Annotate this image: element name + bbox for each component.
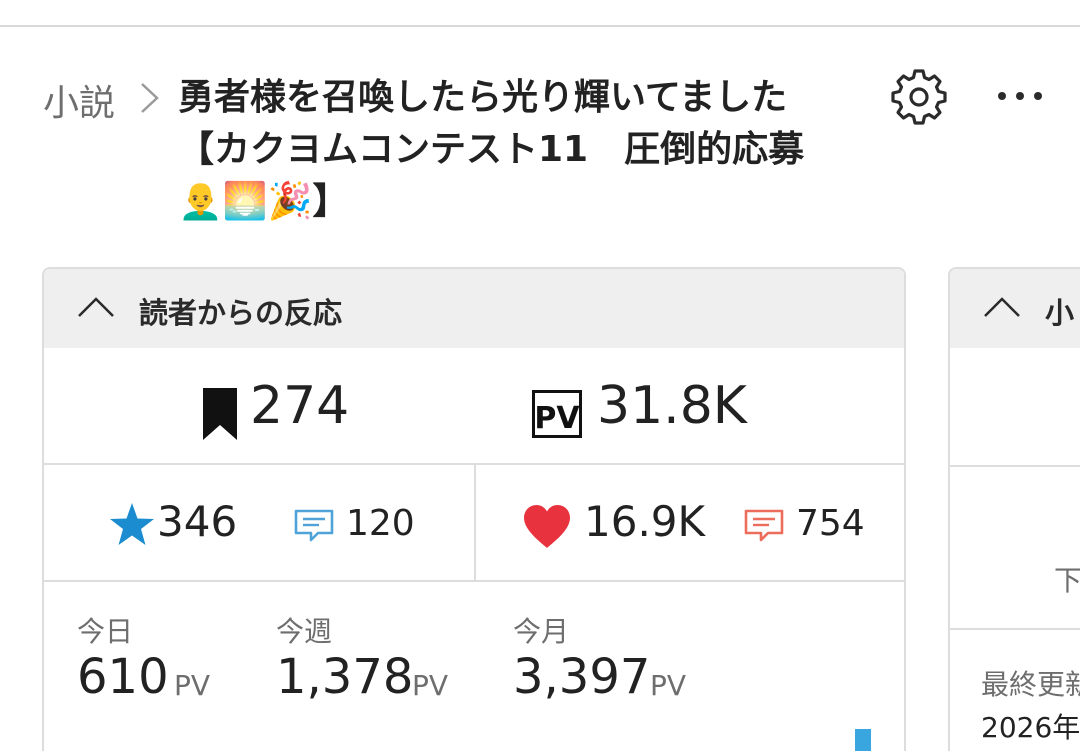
week-label: 今週	[276, 615, 333, 648]
page-header: 小説 勇者様を召喚したら光り輝いてました【カクヨムコンテスト11 圧倒的応募👨‍…	[0, 60, 1080, 240]
today-label: 今日	[77, 615, 134, 648]
reader-reactions-header[interactable]: 読者からの反応	[44, 269, 904, 348]
more-options-icon[interactable]	[996, 88, 1044, 104]
last-updated-value: 2026年	[981, 711, 1080, 744]
pv-total: 31.8K	[597, 376, 747, 436]
star-icon	[110, 503, 154, 545]
today-pv: 610	[77, 649, 169, 705]
top-divider	[0, 25, 1080, 27]
pv-icon: PV	[532, 390, 582, 438]
gear-icon[interactable]	[891, 69, 947, 125]
today-pv-unit: PV	[174, 669, 211, 702]
reactions-row: 346 120 16.9K 754	[44, 465, 904, 582]
work-title[interactable]: 勇者様を召喚したら光り輝いてました【カクヨムコンテスト11 圧倒的応募👨‍🦲🌅🎉…	[178, 72, 828, 228]
chevron-right-icon	[141, 83, 159, 113]
side-card: 小 下 最終更新 2026年	[948, 267, 1080, 751]
reader-reactions-card: 読者からの反応 274 PV 31.8K 346 120 16.9K 754 今…	[42, 267, 906, 751]
last-updated-label: 最終更新	[981, 668, 1080, 701]
side-card-header[interactable]: 小	[950, 269, 1080, 348]
breadcrumb-category[interactable]: 小説	[43, 74, 115, 126]
comment-count: 754	[796, 503, 865, 544]
svg-text:PV: PV	[534, 401, 580, 436]
reactions-divider	[474, 465, 476, 582]
heart-icon	[524, 505, 570, 548]
side-label: 下	[1054, 564, 1080, 597]
side-divider	[950, 465, 1080, 467]
bookmark-count: 274	[250, 376, 350, 436]
chevron-up-icon[interactable]	[77, 295, 115, 319]
comment-icon	[744, 509, 784, 542]
star-count: 346	[157, 497, 238, 546]
chevron-up-icon[interactable]	[983, 295, 1021, 319]
bookmark-icon	[203, 388, 237, 440]
month-pv: 3,397	[513, 649, 651, 705]
review-icon	[294, 509, 334, 542]
month-label: 今月	[513, 615, 570, 648]
pv-chart-bar	[855, 729, 871, 751]
month-pv-unit: PV	[650, 669, 687, 702]
totals-row: 274 PV 31.8K	[44, 348, 904, 465]
side-divider-2	[950, 628, 1080, 630]
week-pv: 1,378	[276, 649, 414, 705]
week-pv-unit: PV	[412, 669, 449, 702]
side-card-title: 小	[1045, 296, 1075, 330]
review-count: 120	[346, 503, 415, 544]
reader-reactions-title: 読者からの反応	[139, 296, 343, 330]
heart-count: 16.9K	[584, 497, 706, 546]
